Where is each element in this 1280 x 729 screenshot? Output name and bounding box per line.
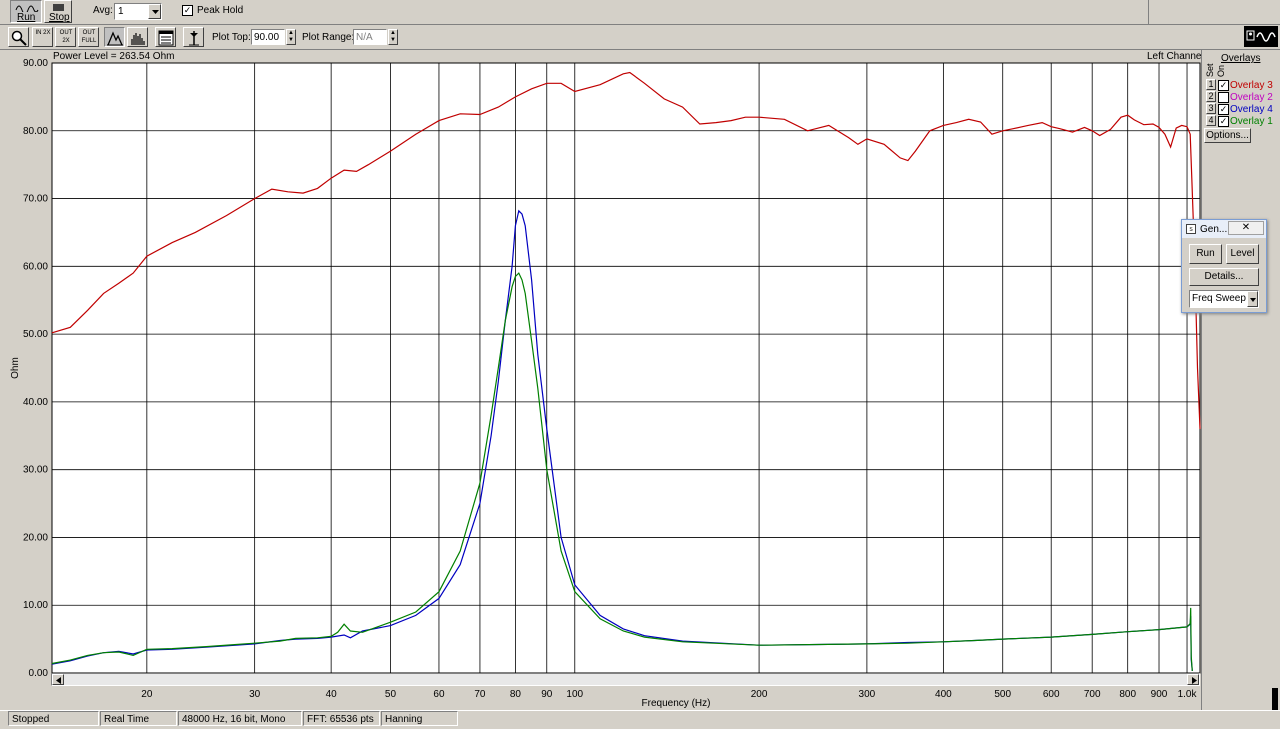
x-tick-label: 800 <box>1119 689 1136 700</box>
overlay-name: Overlay 4 <box>1230 104 1273 115</box>
chevron-left-icon <box>56 677 61 684</box>
overlay-name: Overlay 2 <box>1230 92 1273 103</box>
status-state: Stopped <box>8 711 99 726</box>
y-tick-label: 60.00 <box>23 261 48 272</box>
x-tick-label: 30 <box>249 689 261 700</box>
x-tick-label: 100 <box>566 689 583 700</box>
generator-run-label: Run <box>1196 248 1215 259</box>
generator-mode-dropdown[interactable] <box>1247 291 1258 307</box>
overlays-panel <box>1201 50 1280 710</box>
overlays-set-header: Set <box>1205 63 1215 77</box>
chevron-right-icon <box>1192 677 1197 684</box>
x-axis-label: Frequency (Hz) <box>642 698 711 709</box>
impedance-plot[interactable]: 0.00 10.00 20.00 30.00 40.00 50.00 60.00 70.00 8… <box>0 0 1201 711</box>
x-tick-label: 20 <box>141 689 153 700</box>
generator-details-label: Details... <box>1204 271 1244 282</box>
x-tick-label: 70 <box>474 689 486 700</box>
overlays-title: Overlays <box>1221 53 1261 64</box>
x-tick-label: 80 <box>510 689 522 700</box>
generator-level-label: Level <box>1230 248 1255 259</box>
overlay-visible-checkbox[interactable]: ✓ <box>1218 104 1229 115</box>
plot-horizontal-scrollbar[interactable] <box>51 673 1200 686</box>
x-tick-label: 400 <box>935 689 952 700</box>
status-window: Hanning <box>381 711 458 726</box>
generator-app-icon: S <box>1186 224 1196 234</box>
plot-background <box>51 62 1201 674</box>
y-tick-label: 20.00 <box>23 532 48 543</box>
overlays-on-header: On <box>1216 64 1226 77</box>
x-tick-label: 300 <box>859 689 876 700</box>
x-tick-label: 500 <box>994 689 1011 700</box>
scroll-left-button[interactable] <box>52 674 64 685</box>
overlay-name: Overlay 1 <box>1230 116 1273 127</box>
y-tick-label: 50.00 <box>23 329 48 340</box>
overlay-options-label: Options... <box>1206 130 1249 141</box>
overlay-visible-checkbox[interactable]: ✓ <box>1218 116 1229 127</box>
close-icon: ✕ <box>1241 222 1251 233</box>
chevron-down-icon <box>1250 298 1256 302</box>
y-tick-label: 70.00 <box>23 194 48 205</box>
generator-level-button[interactable]: Level <box>1226 244 1259 264</box>
signal-generator-icon <box>1246 30 1276 42</box>
overlay-options-button[interactable]: Options... <box>1204 128 1251 143</box>
x-tick-label: 700 <box>1084 689 1101 700</box>
y-tick-label: 10.00 <box>23 600 48 611</box>
generator-mode-select[interactable]: Freq Sweep <box>1189 290 1259 308</box>
generator-close-button[interactable]: ✕ <box>1228 221 1264 235</box>
status-format: 48000 Hz, 16 bit, Mono <box>178 711 302 726</box>
x-tick-label: 90 <box>541 689 553 700</box>
overlay-set-button[interactable]: 3 <box>1206 103 1216 114</box>
overlay-set-button[interactable]: 1 <box>1206 79 1216 90</box>
y-tick-label: 40.00 <box>23 397 48 408</box>
generator-title: Gen... <box>1200 224 1228 235</box>
y-axis-label: Ohm <box>10 357 21 379</box>
x-tick-label: 900 <box>1151 689 1168 700</box>
overlay-name: Overlay 3 <box>1230 80 1273 91</box>
generator-details-button[interactable]: Details... <box>1189 268 1259 286</box>
status-mode: Real Time <box>100 711 177 726</box>
generator-icon-button[interactable] <box>1244 26 1278 47</box>
x-tick-label: 40 <box>326 689 338 700</box>
status-fft: FFT: 65536 pts <box>303 711 380 726</box>
x-tick-label: 600 <box>1043 689 1060 700</box>
generator-run-button[interactable]: Run <box>1189 244 1222 264</box>
panel-edge-marker <box>1272 688 1278 710</box>
y-tick-label: 0.00 <box>29 668 49 679</box>
x-tick-label: 200 <box>751 689 768 700</box>
overlay-set-button[interactable]: 4 <box>1206 115 1216 126</box>
overlay-visible-checkbox[interactable]: ✓ <box>1218 80 1229 91</box>
generator-window: S Gen... ✕ Run Level Details... Freq Swe… <box>1181 219 1267 313</box>
y-tick-label: 90.00 <box>23 58 48 69</box>
scroll-right-button[interactable] <box>1187 674 1199 685</box>
overlay-visible-checkbox[interactable] <box>1218 92 1229 103</box>
y-tick-label: 30.00 <box>23 465 48 476</box>
x-tick-label: 1.0k <box>1178 689 1198 700</box>
x-tick-label: 50 <box>385 689 397 700</box>
x-tick-label: 60 <box>433 689 445 700</box>
y-tick-label: 80.00 <box>23 126 48 137</box>
overlay-set-button[interactable]: 2 <box>1206 91 1216 102</box>
generator-mode-value: Freq Sweep <box>1192 293 1246 304</box>
